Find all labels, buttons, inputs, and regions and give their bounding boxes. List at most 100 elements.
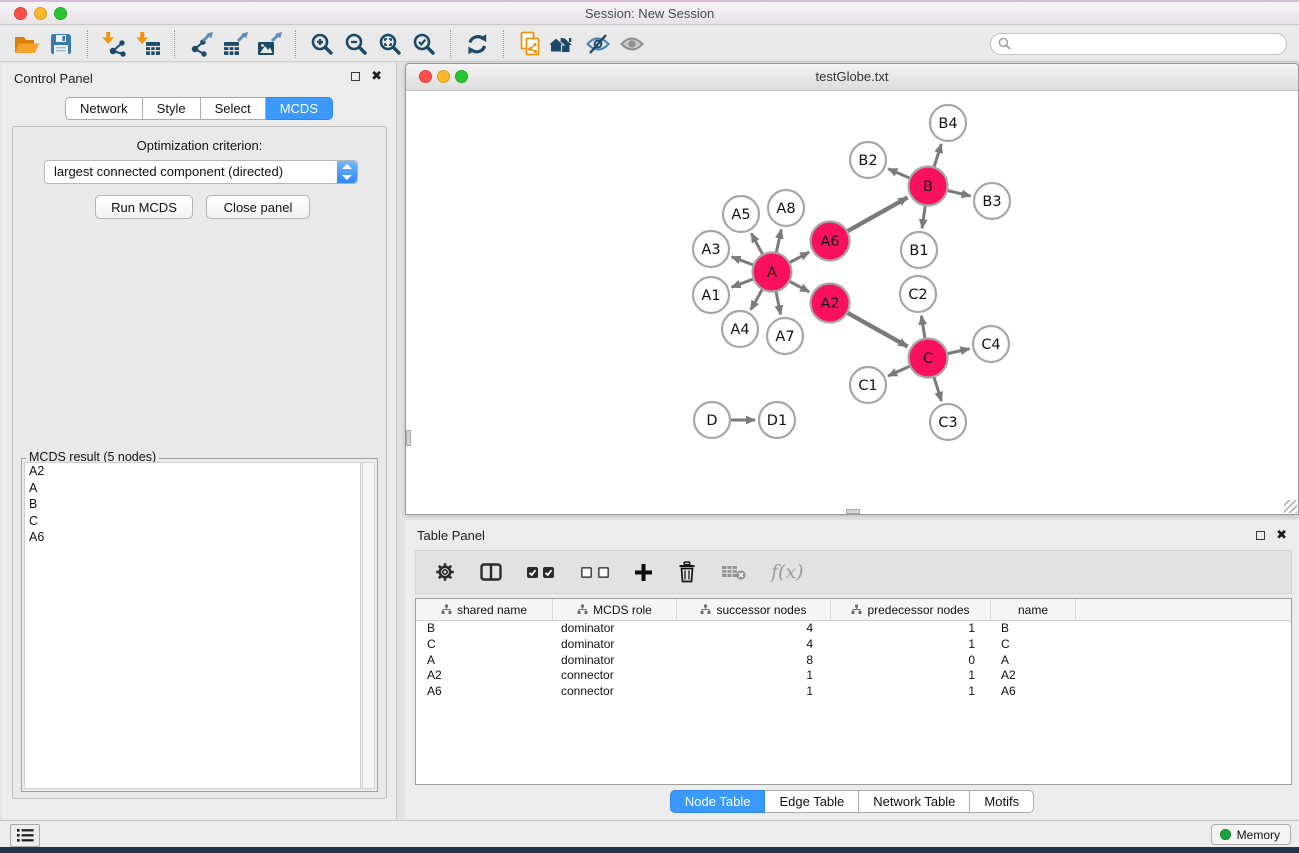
table-cell: C [991, 637, 1076, 653]
node-C1[interactable]: C1 [850, 367, 886, 403]
function-builder-button[interactable]: f(x) [771, 561, 804, 583]
zoom-fit-button[interactable] [373, 29, 407, 59]
network-maximize-button[interactable] [455, 70, 468, 83]
table-settings-button[interactable] [434, 561, 456, 583]
node-label: A1 [701, 288, 720, 304]
table-row[interactable]: Adominator80A [416, 653, 1291, 669]
task-history-button[interactable] [10, 824, 40, 847]
tab-network[interactable]: Network [65, 97, 143, 120]
zoom-out-button[interactable] [339, 29, 373, 59]
zoom-in-button[interactable] [305, 29, 339, 59]
plus-icon [634, 563, 653, 582]
run-mcds-button[interactable]: Run MCDS [95, 195, 193, 219]
result-list-scrollbar[interactable] [362, 462, 375, 789]
node-C3[interactable]: C3 [930, 404, 966, 440]
network-close-button[interactable] [419, 70, 432, 83]
mcds-result-item[interactable]: C [25, 513, 360, 530]
show-columns-button[interactable] [480, 563, 502, 581]
tab-mcds[interactable]: MCDS [266, 97, 333, 120]
node-A8[interactable]: A8 [768, 190, 804, 226]
node-B2[interactable]: B2 [850, 142, 886, 178]
table-cell-filler [1076, 653, 1291, 669]
refresh-layout-button[interactable] [460, 29, 494, 59]
column-header-predecessor-nodes[interactable]: predecessor nodes [831, 599, 991, 620]
show-all-networks-button[interactable] [547, 29, 581, 59]
export-table-button[interactable] [218, 29, 252, 59]
window-resize-handle[interactable] [1284, 500, 1297, 513]
table-tab-node-table[interactable]: Node Table [670, 790, 766, 813]
node-A5[interactable]: A5 [723, 196, 759, 232]
node-A1[interactable]: A1 [693, 277, 729, 313]
search-field[interactable] [990, 33, 1287, 55]
column-header-mcds-role[interactable]: MCDS role [553, 599, 677, 620]
maximize-window-button[interactable] [54, 7, 67, 20]
node-A4[interactable]: A4 [722, 311, 758, 347]
float-table-panel-icon[interactable] [1256, 531, 1265, 540]
delete-column-button[interactable] [677, 561, 697, 583]
zoom-selected-button[interactable] [407, 29, 441, 59]
node-D1[interactable]: D1 [759, 402, 795, 438]
close-panel-icon[interactable]: ✖ [371, 68, 382, 84]
table-tab-motifs[interactable]: Motifs [970, 790, 1034, 813]
column-header-label: MCDS role [593, 603, 652, 617]
open-file-button[interactable] [10, 29, 44, 59]
node-A7[interactable]: A7 [767, 318, 803, 354]
memory-button[interactable]: Memory [1211, 824, 1291, 845]
bottom-grip[interactable] [846, 509, 860, 514]
mcds-result-item[interactable]: A [25, 480, 360, 497]
mcds-result-item[interactable]: B [25, 496, 360, 513]
close-window-button[interactable] [14, 7, 27, 20]
table-cell: B [991, 621, 1076, 637]
export-network-button[interactable] [184, 29, 218, 59]
tab-style[interactable]: Style [143, 97, 201, 120]
node-B[interactable]: B [909, 167, 948, 206]
import-table-button[interactable] [131, 29, 165, 59]
node-A6[interactable]: A6 [811, 222, 850, 261]
node-C4[interactable]: C4 [973, 326, 1009, 362]
node-B1[interactable]: B1 [901, 232, 937, 268]
node-D[interactable]: D [694, 402, 730, 438]
show-labels-button[interactable] [615, 29, 649, 59]
table-tab-network-table[interactable]: Network Table [859, 790, 970, 813]
close-table-panel-icon[interactable]: ✖ [1276, 527, 1287, 543]
import-network-button[interactable] [97, 29, 131, 59]
network-window-titlebar[interactable]: testGlobe.txt [406, 64, 1298, 91]
float-panel-icon[interactable] [351, 72, 360, 81]
select-all-button[interactable] [526, 566, 556, 579]
node-A[interactable]: A [753, 253, 792, 292]
save-session-button[interactable] [44, 29, 78, 59]
table-row[interactable]: A6connector11A6 [416, 684, 1291, 700]
create-column-button[interactable] [634, 563, 653, 582]
duplicate-network-button[interactable] [513, 29, 547, 59]
column-header-successor-nodes[interactable]: successor nodes [677, 599, 831, 620]
network-canvas[interactable]: B4 B2 B B3 A8A5 A6 A3 B1 A A1 C2 A2 A4A7 C4 C C1 C3 D D1 [407, 91, 1297, 513]
delete-table-button[interactable] [721, 562, 747, 582]
refresh-icon [463, 30, 491, 58]
mcds-result-item[interactable]: A2 [25, 463, 360, 480]
mcds-result-item[interactable]: A6 [25, 529, 360, 546]
node-B4[interactable]: B4 [930, 105, 966, 141]
tool-palette-grip[interactable] [406, 430, 411, 446]
minimize-window-button[interactable] [34, 7, 47, 20]
close-panel-button[interactable]: Close panel [206, 195, 310, 219]
deselect-all-button[interactable] [580, 566, 610, 579]
column-header-name[interactable]: name [991, 599, 1076, 620]
node-C2[interactable]: C2 [900, 276, 936, 312]
node-A3[interactable]: A3 [693, 231, 729, 267]
criterion-select[interactable]: largest connected component (directed) [44, 160, 358, 184]
network-minimize-button[interactable] [437, 70, 450, 83]
node-A2[interactable]: A2 [811, 284, 850, 323]
table-row[interactable]: A2connector11A2 [416, 668, 1291, 684]
node-B3[interactable]: B3 [974, 183, 1010, 219]
mcds-result-list[interactable]: A2ABCA6 [24, 462, 361, 789]
tab-select[interactable]: Select [201, 97, 266, 120]
table-tab-edge-table[interactable]: Edge Table [765, 790, 859, 813]
node-C[interactable]: C [909, 339, 948, 378]
column-header-shared-name[interactable]: shared name [416, 599, 553, 620]
hide-labels-button[interactable] [581, 29, 615, 59]
table-cell: dominator [553, 621, 677, 637]
export-image-button[interactable] [252, 29, 286, 59]
table-row[interactable]: Bdominator41B [416, 621, 1291, 637]
search-input[interactable] [1016, 36, 1279, 52]
table-row[interactable]: Cdominator41C [416, 637, 1291, 653]
